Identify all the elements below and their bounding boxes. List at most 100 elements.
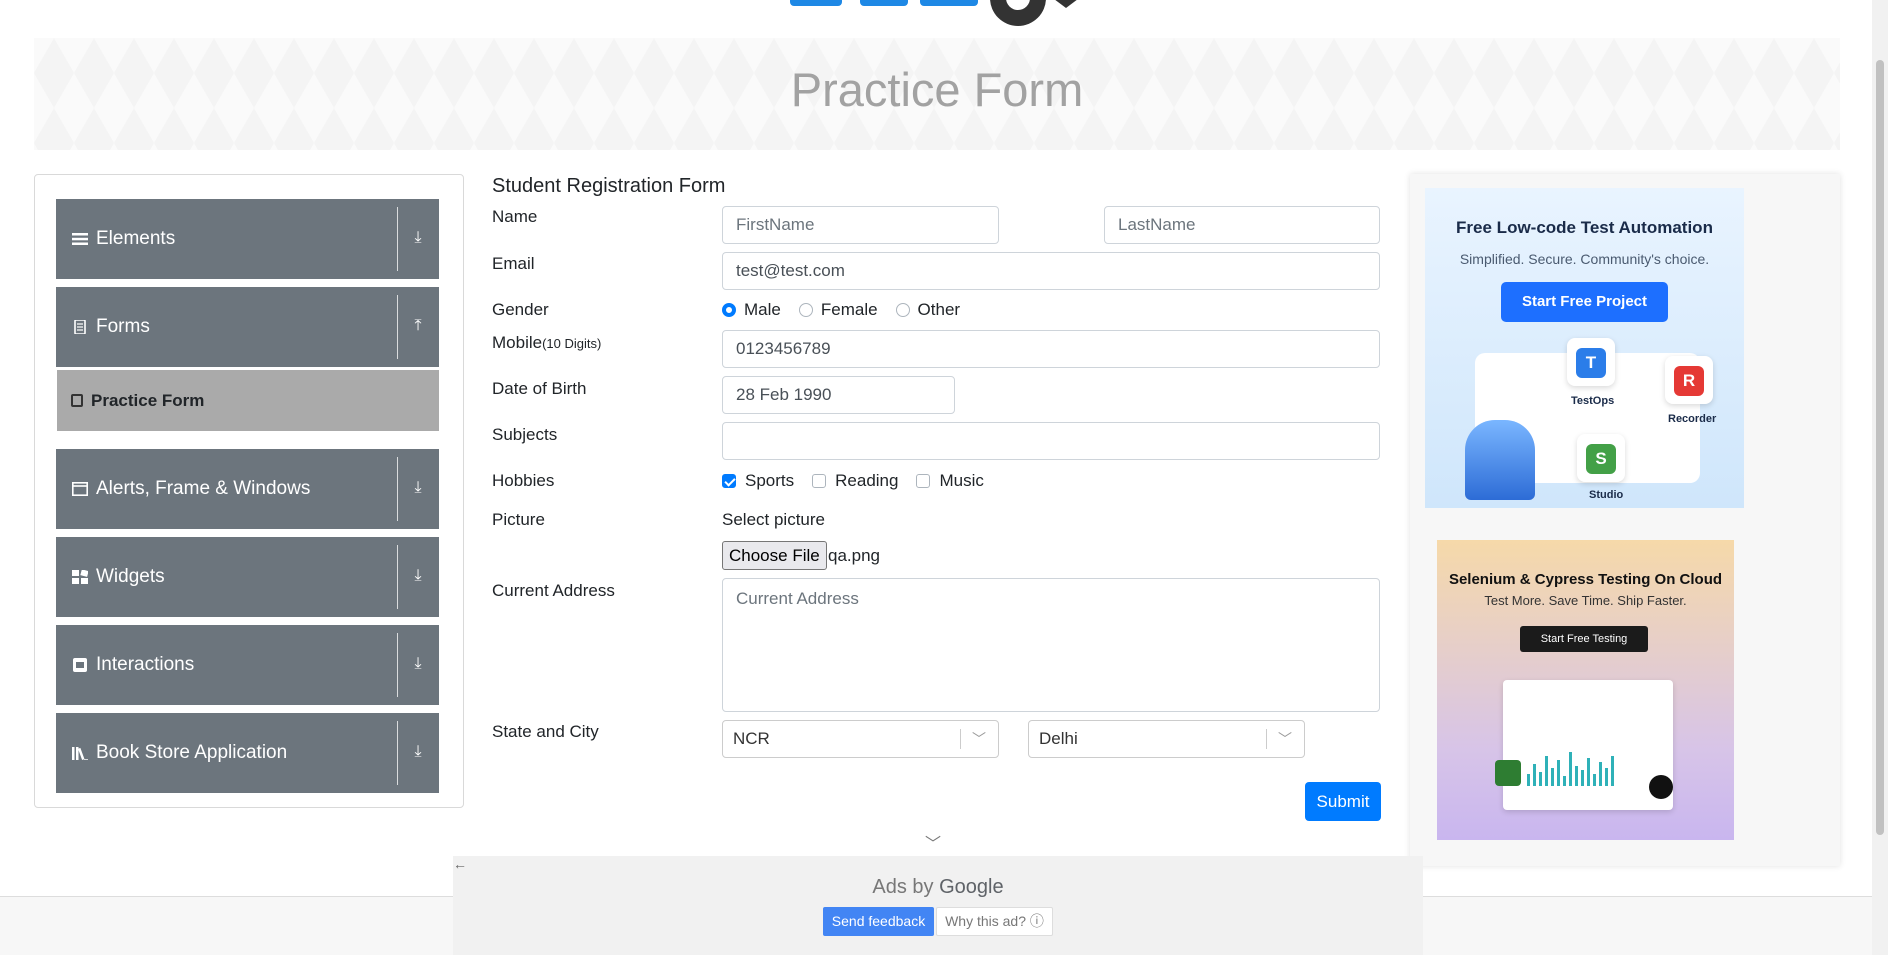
window-icon bbox=[72, 482, 88, 496]
gender-radio-group: Male Female Other bbox=[722, 300, 978, 320]
logo-mark bbox=[1050, 0, 1082, 8]
studio-icon: S bbox=[1577, 434, 1625, 482]
ad-dashboard-illustration bbox=[1503, 680, 1673, 810]
page-banner: Practice Form bbox=[34, 38, 1840, 150]
divider bbox=[397, 457, 398, 521]
ad-title: Selenium & Cypress Testing On Cloud bbox=[1448, 571, 1723, 588]
ad-bar bbox=[1557, 760, 1560, 786]
sidebar: Elements ⤓ Forms ⤒ Practice Form Alerts,… bbox=[34, 174, 464, 808]
sidebar-item-practice-form[interactable]: Practice Form bbox=[57, 370, 439, 431]
email-label: Email bbox=[492, 254, 535, 273]
last-name-input[interactable]: LastName bbox=[1104, 206, 1380, 244]
subjects-label: Subjects bbox=[492, 425, 558, 444]
ads-by-google: Ads by Google bbox=[453, 876, 1423, 899]
start-free-project-button[interactable]: Start Free Project bbox=[1501, 282, 1668, 322]
sidebar-group-label: Widgets bbox=[96, 566, 165, 587]
divider bbox=[397, 633, 398, 697]
scrollbar-thumb[interactable] bbox=[1876, 60, 1884, 835]
ad-test-automation[interactable]: Free Low-code Test Automation Simplified… bbox=[1425, 188, 1744, 508]
city-value: Delhi bbox=[1039, 729, 1078, 748]
checkbox[interactable] bbox=[812, 474, 827, 488]
subjects-input[interactable] bbox=[722, 422, 1380, 460]
address-label: Current Address bbox=[492, 581, 615, 600]
name-label: Name bbox=[492, 207, 538, 226]
gender-male-radio[interactable]: Male bbox=[722, 300, 781, 320]
first-name-input[interactable]: FirstName bbox=[722, 206, 999, 244]
collapse-icon[interactable]: ⤒ bbox=[407, 315, 429, 337]
divider bbox=[397, 295, 398, 359]
back-arrow-icon[interactable]: ← bbox=[453, 856, 467, 872]
sidebar-group-forms[interactable]: Forms ⤒ bbox=[56, 287, 439, 367]
checkbox-label: Sports bbox=[745, 471, 795, 490]
hobby-sports-checkbox[interactable]: Sports bbox=[722, 471, 794, 491]
email-input[interactable]: test@test.com bbox=[722, 252, 1380, 290]
sidebar-group-widgets[interactable]: Widgets ⤓ bbox=[56, 537, 439, 617]
radio-button[interactable] bbox=[895, 303, 910, 317]
hobby-reading-checkbox[interactable]: Reading bbox=[812, 471, 898, 491]
checkbox-label: Music bbox=[939, 471, 984, 490]
sidebar-group-label: Interactions bbox=[96, 654, 195, 675]
site-logo[interactable] bbox=[780, 0, 1100, 30]
expand-icon[interactable]: ⤓ bbox=[407, 741, 429, 763]
sidebar-item-label: Practice Form bbox=[91, 391, 205, 410]
divider bbox=[397, 207, 398, 271]
ads-by-text: Ads by bbox=[872, 876, 934, 898]
divider bbox=[397, 721, 398, 785]
radio-button[interactable] bbox=[798, 303, 813, 317]
chevron-down-icon[interactable]: ﹀ bbox=[972, 729, 986, 749]
expand-icon[interactable]: ⤓ bbox=[407, 227, 429, 249]
submit-button[interactable]: Submit bbox=[1305, 782, 1381, 821]
radio-label: Male bbox=[744, 300, 781, 319]
hobby-music-checkbox[interactable]: Music bbox=[916, 471, 984, 491]
gender-female-radio[interactable]: Female bbox=[798, 300, 878, 320]
start-free-testing-button[interactable]: Start Free Testing bbox=[1520, 626, 1648, 652]
state-select[interactable]: NCR ﹀ bbox=[722, 720, 999, 758]
gender-other-radio[interactable]: Other bbox=[895, 300, 961, 320]
sidebar-group-book-store[interactable]: Book Store Application ⤓ bbox=[56, 713, 439, 793]
choose-file-button[interactable]: Choose File bbox=[722, 541, 827, 570]
mobile-input[interactable]: 0123456789 bbox=[722, 330, 1380, 368]
mobile-label-text: Mobile bbox=[492, 333, 543, 352]
dob-label: Date of Birth bbox=[492, 379, 587, 398]
logo-letter bbox=[920, 0, 978, 6]
logo-letter bbox=[860, 0, 908, 6]
sidebar-group-label: Forms bbox=[96, 316, 150, 337]
robot-illustration bbox=[1465, 420, 1535, 500]
sidebar-group-label: Alerts, Frame & Windows bbox=[96, 478, 311, 499]
ad-cloud-testing[interactable]: Selenium & Cypress Testing On Cloud Test… bbox=[1437, 540, 1734, 840]
checkbox[interactable] bbox=[916, 474, 931, 488]
gender-label: Gender bbox=[492, 300, 549, 319]
radio-button[interactable] bbox=[722, 303, 736, 317]
expand-icon[interactable]: ⤓ bbox=[407, 565, 429, 587]
tile-label: TestOps bbox=[1571, 395, 1615, 407]
expand-icon[interactable]: ⤓ bbox=[407, 477, 429, 499]
current-address-textarea[interactable]: Current Address bbox=[722, 578, 1380, 712]
widgets-icon bbox=[72, 570, 88, 584]
google-logo: Google bbox=[939, 876, 1004, 898]
sidebar-group-interactions[interactable]: Interactions ⤓ bbox=[56, 625, 439, 705]
checkbox[interactable] bbox=[722, 474, 736, 488]
ad-bar-chart-illustration bbox=[1527, 750, 1647, 786]
testops-icon: T bbox=[1567, 338, 1615, 386]
picture-label: Picture bbox=[492, 510, 545, 529]
cypress-icon bbox=[1649, 775, 1673, 799]
sidebar-group-elements[interactable]: Elements ⤓ bbox=[56, 199, 439, 279]
expand-icon[interactable]: ⤓ bbox=[407, 653, 429, 675]
divider bbox=[397, 545, 398, 609]
picture-caption: Select picture bbox=[722, 510, 825, 529]
sidebar-group-alerts[interactable]: Alerts, Frame & Windows ⤓ bbox=[56, 449, 439, 529]
why-this-ad-button[interactable]: Why this ad? ⓘ bbox=[936, 907, 1053, 936]
radio-label: Female bbox=[820, 300, 878, 319]
chevron-down-icon[interactable]: ﹀ bbox=[1278, 729, 1292, 749]
ad-bar bbox=[1599, 762, 1602, 786]
html-icon bbox=[71, 394, 83, 407]
radio-label: Other bbox=[917, 300, 961, 319]
interaction-icon bbox=[73, 658, 87, 672]
ad-bar bbox=[1581, 770, 1584, 786]
dob-input[interactable]: 28 Feb 1990 bbox=[722, 376, 955, 414]
city-select[interactable]: Delhi ﹀ bbox=[1028, 720, 1305, 758]
send-feedback-button[interactable]: Send feedback bbox=[823, 907, 934, 936]
ad-bar bbox=[1539, 772, 1542, 786]
ad-bar bbox=[1593, 774, 1596, 786]
chevron-down-icon[interactable]: ﹀ bbox=[925, 830, 941, 854]
